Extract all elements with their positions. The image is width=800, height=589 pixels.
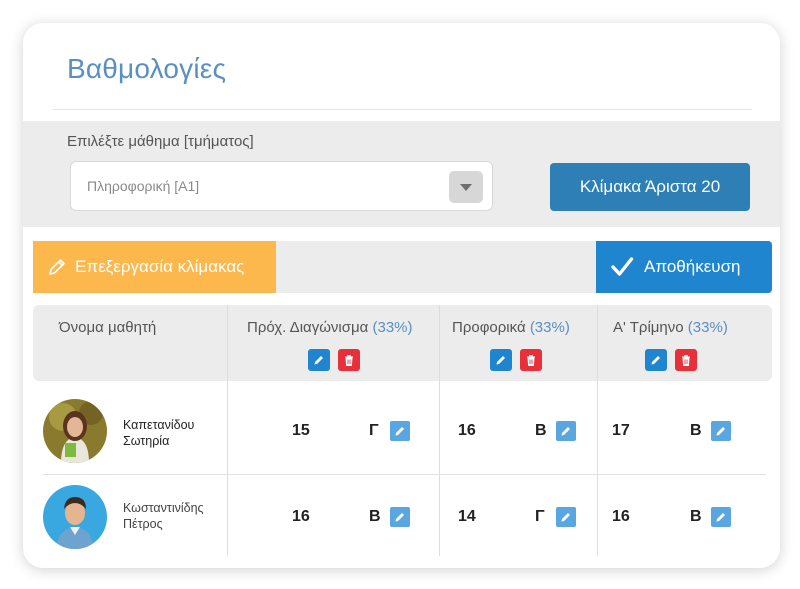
grade-letter: Γ (535, 508, 545, 525)
action-toolbar: Επεξεργασία κλίμακας Αποθήκευση (33, 241, 772, 293)
grade-value: 15 (292, 422, 310, 439)
student-surname: Κωσταντινίδης (123, 501, 204, 515)
pencil-icon[interactable] (711, 507, 731, 527)
trash-icon (527, 354, 535, 366)
student-name: Καπετανίδου Σωτηρία (123, 417, 194, 449)
pencil-icon[interactable] (556, 507, 576, 527)
pencil-icon (47, 257, 67, 277)
edit-scale-label: Επεξεργασία κλίμακας (75, 257, 245, 276)
grade-letter: Β (369, 508, 381, 525)
pencil-icon[interactable] (390, 421, 410, 441)
pencil-icon[interactable] (390, 507, 410, 527)
grades-table-header: Όνομα μαθητή Πρόχ. Διαγώνισμα (33%) Προφ… (33, 305, 772, 381)
column-weight: (33%) (529, 319, 570, 336)
edit-scale-button[interactable]: Επεξεργασία κλίμακας (33, 241, 276, 293)
column-header-term: Α' Τρίμηνο (33%) (613, 319, 728, 336)
trash-icon (345, 354, 353, 366)
title-divider (53, 109, 752, 110)
grades-card: Βαθμολογίες Επιλέξτε μάθημα [τμήματος] Π… (23, 23, 780, 568)
grade-letter: Γ (369, 422, 379, 439)
grade-value: 16 (292, 508, 310, 525)
row-divider (43, 474, 766, 475)
pencil-icon (496, 356, 505, 365)
check-icon (610, 256, 634, 278)
save-label: Αποθήκευση (644, 257, 741, 276)
course-select-label: Επιλέξτε μάθημα [τμήματος] (67, 133, 254, 150)
term-column-actions (645, 349, 697, 371)
column-label: Πρόχ. Διαγώνισμα (247, 319, 369, 336)
grade-value: 14 (458, 508, 476, 525)
grading-scale-button[interactable]: Κλίμακα Άριστα 20 (550, 163, 750, 211)
column-label: Α' Τρίμηνο (613, 319, 684, 336)
delete-column-button[interactable] (338, 349, 360, 371)
delete-column-button[interactable] (675, 349, 697, 371)
column-header-exam: Πρόχ. Διαγώνισμα (33%) (247, 319, 413, 336)
trash-icon (682, 354, 690, 366)
grade-letter: Β (535, 422, 547, 439)
column-header-oral: Προφορικά (33%) (452, 319, 570, 336)
chevron-down-icon[interactable] (449, 171, 483, 203)
student-firstname: Σωτηρία (123, 434, 170, 448)
pencil-icon[interactable] (711, 421, 731, 441)
grade-letter: Β (690, 508, 702, 525)
table-row: Καπετανίδου Σωτηρία 15 Γ 16 Β 17 Β (43, 391, 766, 471)
column-header-student: Όνομα μαθητή (59, 319, 156, 336)
student-surname: Καπετανίδου (123, 418, 195, 432)
student-firstname: Πέτρος (123, 517, 163, 531)
oral-column-actions (490, 349, 542, 371)
exam-column-actions (308, 349, 360, 371)
student-name: Κωσταντινίδης Πέτρος (123, 500, 204, 532)
course-select-value: Πληροφορική [Α1] (87, 178, 200, 194)
edit-column-button[interactable] (308, 349, 330, 371)
student-avatar (43, 399, 107, 463)
column-weight: (33%) (372, 319, 413, 336)
save-button[interactable]: Αποθήκευση (596, 241, 772, 293)
grade-value: 17 (612, 422, 630, 439)
student-avatar (43, 485, 107, 549)
delete-column-button[interactable] (520, 349, 542, 371)
column-label: Όνομα μαθητή (59, 319, 157, 336)
edit-column-button[interactable] (490, 349, 512, 371)
grade-value: 16 (612, 508, 630, 525)
table-row: Κωσταντινίδης Πέτρος 16 Β 14 Γ 16 Β (43, 477, 766, 557)
pencil-icon (314, 356, 323, 365)
column-weight: (33%) (687, 319, 728, 336)
grade-value: 16 (458, 422, 476, 439)
pencil-icon (651, 356, 660, 365)
page-title: Βαθμολογίες (67, 53, 227, 84)
course-select[interactable]: Πληροφορική [Α1] (70, 161, 493, 211)
pencil-icon[interactable] (556, 421, 576, 441)
column-label: Προφορικά (452, 319, 526, 336)
grade-letter: Β (690, 422, 702, 439)
course-filter-panel: Επιλέξτε μάθημα [τμήματος] Πληροφορική [… (23, 121, 780, 227)
edit-column-button[interactable] (645, 349, 667, 371)
